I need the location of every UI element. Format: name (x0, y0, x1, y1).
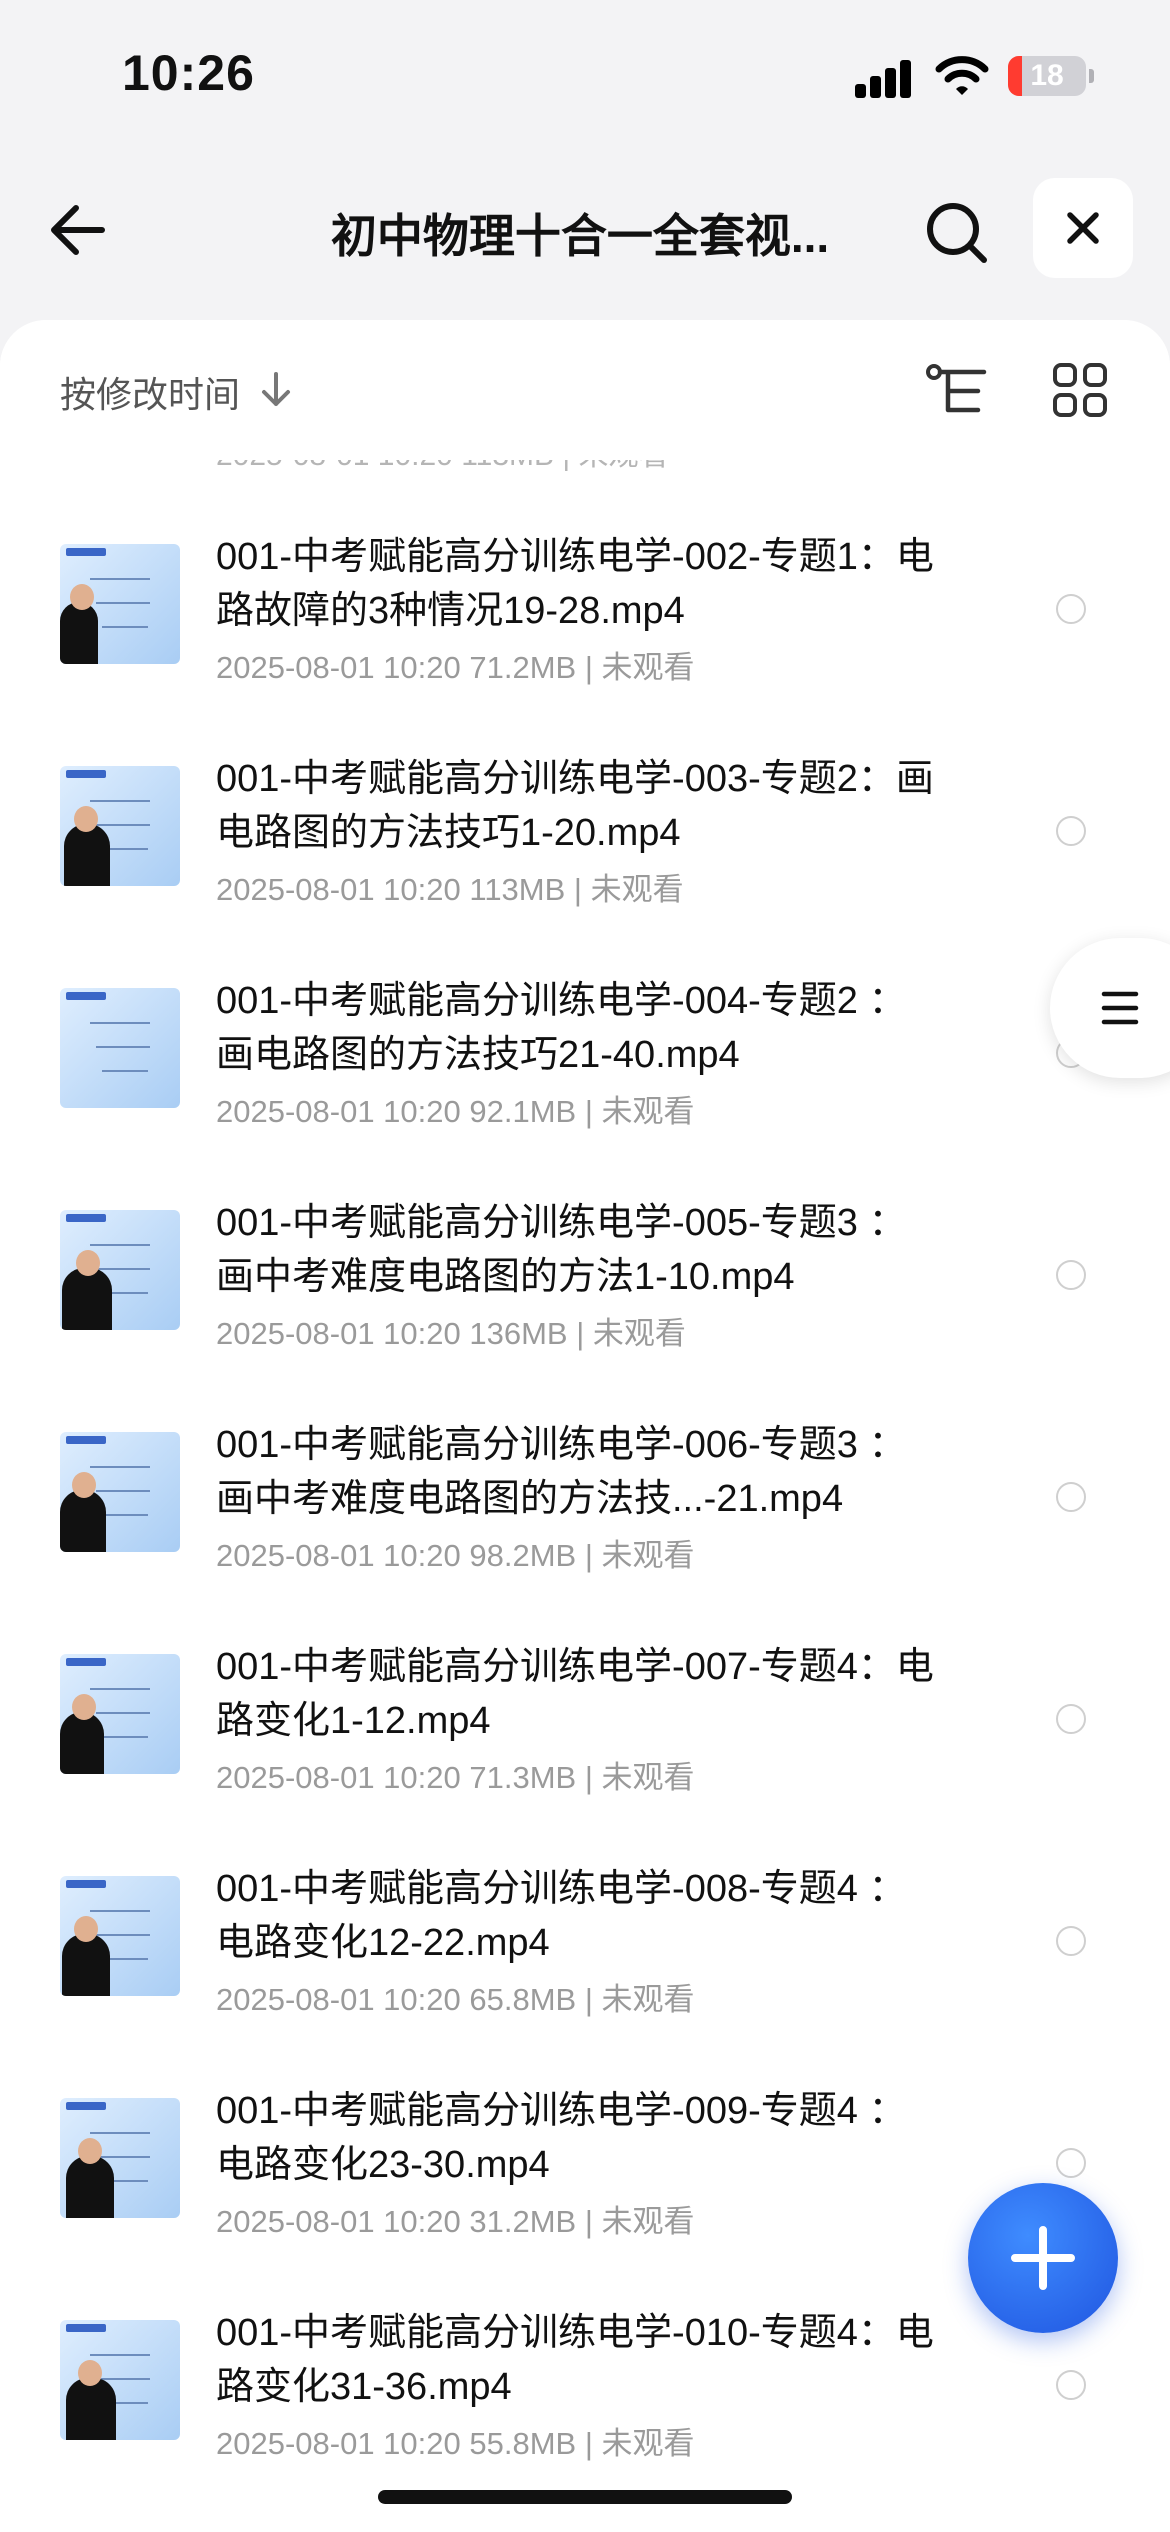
file-name: 001-中考赋能高分训练电学-002-专题1：电路故障的3种情况19-28.mp… (216, 536, 934, 632)
select-radio[interactable] (1056, 2148, 1086, 2178)
file-name: 001-中考赋能高分训练电学-010-专题4：电路变化31-36.mp4 (216, 2312, 934, 2408)
video-thumbnail (60, 1654, 180, 1774)
sort-down-icon[interactable] (258, 370, 294, 410)
file-name: 001-中考赋能高分训练电学-009-专题4 ：电路变化23-30.mp4 (216, 2090, 907, 2186)
video-thumbnail (60, 1876, 180, 1996)
file-row[interactable]: 001-中考赋能高分训练电学-005-专题3 ：画中考难度电路图的方法1-10.… (0, 1166, 1170, 1388)
page-title: 初中物理十合一全套视... (330, 210, 830, 262)
file-row[interactable]: 001-中考赋能高分训练电学-004-专题2 ：画电路图的方法技巧21-40.m… (0, 944, 1170, 1166)
file-name: 001-中考赋能高分训练电学-003-专题2：画电路图的方法技巧1-20.mp4 (216, 758, 934, 854)
file-meta: 2025-08-01 10:20 71.3MB | 未观看 (216, 1760, 695, 1795)
file-row[interactable]: 001-中考赋能高分训练电学-003-专题2：画电路图的方法技巧1-20.mp4… (0, 722, 1170, 944)
add-fab-button[interactable] (968, 2183, 1118, 2333)
menu-icon (1101, 991, 1139, 1025)
select-radio[interactable] (1056, 1704, 1086, 1734)
select-radio[interactable] (1056, 2370, 1086, 2400)
home-indicator (378, 2490, 792, 2504)
select-radio[interactable] (1056, 594, 1086, 624)
select-radio[interactable] (1056, 816, 1086, 846)
file-meta: 2025-08-01 10:20 31.2MB | 未观看 (216, 2204, 695, 2239)
status-time: 10:26 (122, 45, 255, 101)
file-meta: 2025-08-01 10:20 113MB | 未观看 (216, 872, 684, 907)
file-meta: 2025-08-01 10:20 98.2MB | 未观看 (216, 1538, 695, 1573)
video-thumbnail (60, 988, 180, 1108)
file-row[interactable]: 001-中考赋能高分训练电学-008-专题4 ：电路变化12-22.mp4 202… (0, 1832, 1170, 2054)
video-thumbnail (60, 1210, 180, 1330)
file-name: 001-中考赋能高分训练电学-005-专题3 ：画中考难度电路图的方法1-10.… (216, 1202, 907, 1298)
back-arrow-icon[interactable] (44, 195, 114, 265)
navigation-bar: 初中物理十合一全套视... (0, 170, 1170, 290)
tree-view-icon[interactable] (926, 364, 990, 420)
file-meta: 2025-08-01 10:20 71.2MB | 未观看 (216, 650, 695, 685)
file-meta: 2025-08-01 10:20 136MB | 未观看 (216, 1316, 686, 1351)
file-row[interactable]: 001-中考赋能高分训练电学-006-专题3 ：画中考难度电路图的方法技...-… (0, 1388, 1170, 1610)
video-thumbnail (60, 1432, 180, 1552)
file-meta: 2025-08-01 10:20 55.8MB | 未观看 (216, 2426, 695, 2461)
wifi-icon (935, 56, 989, 95)
file-row[interactable]: 001-中考赋能高分训练电学-007-专题4：电路变化1-12.mp4 2025-… (0, 1610, 1170, 1832)
grid-view-icon[interactable] (1052, 362, 1108, 418)
video-thumbnail (60, 544, 180, 664)
cellular-signal-icon (855, 58, 913, 98)
video-thumbnail (60, 766, 180, 886)
file-name: 001-中考赋能高分训练电学-004-专题2 ：画电路图的方法技巧21-40.m… (216, 980, 907, 1076)
file-meta: 2025-08-01 10:20 65.8MB | 未观看 (216, 1982, 695, 2017)
file-name: 001-中考赋能高分训练电学-007-专题4：电路变化1-12.mp4 (216, 1646, 934, 1742)
file-name: 001-中考赋能高分训练电学-008-专题4 ：电路变化12-22.mp4 (216, 1868, 907, 1964)
battery-icon: 18 (1008, 56, 1086, 96)
status-bar: 10:26 18 (0, 0, 1170, 150)
file-row[interactable]: 001-中考赋能高分训练电学-002-专题1：电路故障的3种情况19-28.mp… (0, 500, 1170, 722)
select-radio[interactable] (1056, 1482, 1086, 1512)
sort-by-modified-time[interactable]: 按修改时间 (60, 366, 240, 418)
select-radio[interactable] (1056, 1926, 1086, 1956)
battery-tip (1089, 69, 1094, 83)
plus-icon (1011, 2226, 1075, 2290)
close-icon (1067, 212, 1099, 244)
video-thumbnail (60, 2098, 180, 2218)
close-button[interactable] (1033, 178, 1133, 278)
sort-toolbar: 按修改时间 (0, 320, 1170, 460)
file-name: 001-中考赋能高分训练电学-006-专题3 ：画中考难度电路图的方法技...-… (216, 1424, 907, 1520)
select-radio[interactable] (1056, 1260, 1086, 1290)
video-thumbnail (60, 2320, 180, 2440)
file-meta: 2025-08-01 10:20 92.1MB | 未观看 (216, 1094, 695, 1129)
battery-level: 18 (1030, 59, 1064, 92)
search-icon[interactable] (924, 200, 990, 266)
